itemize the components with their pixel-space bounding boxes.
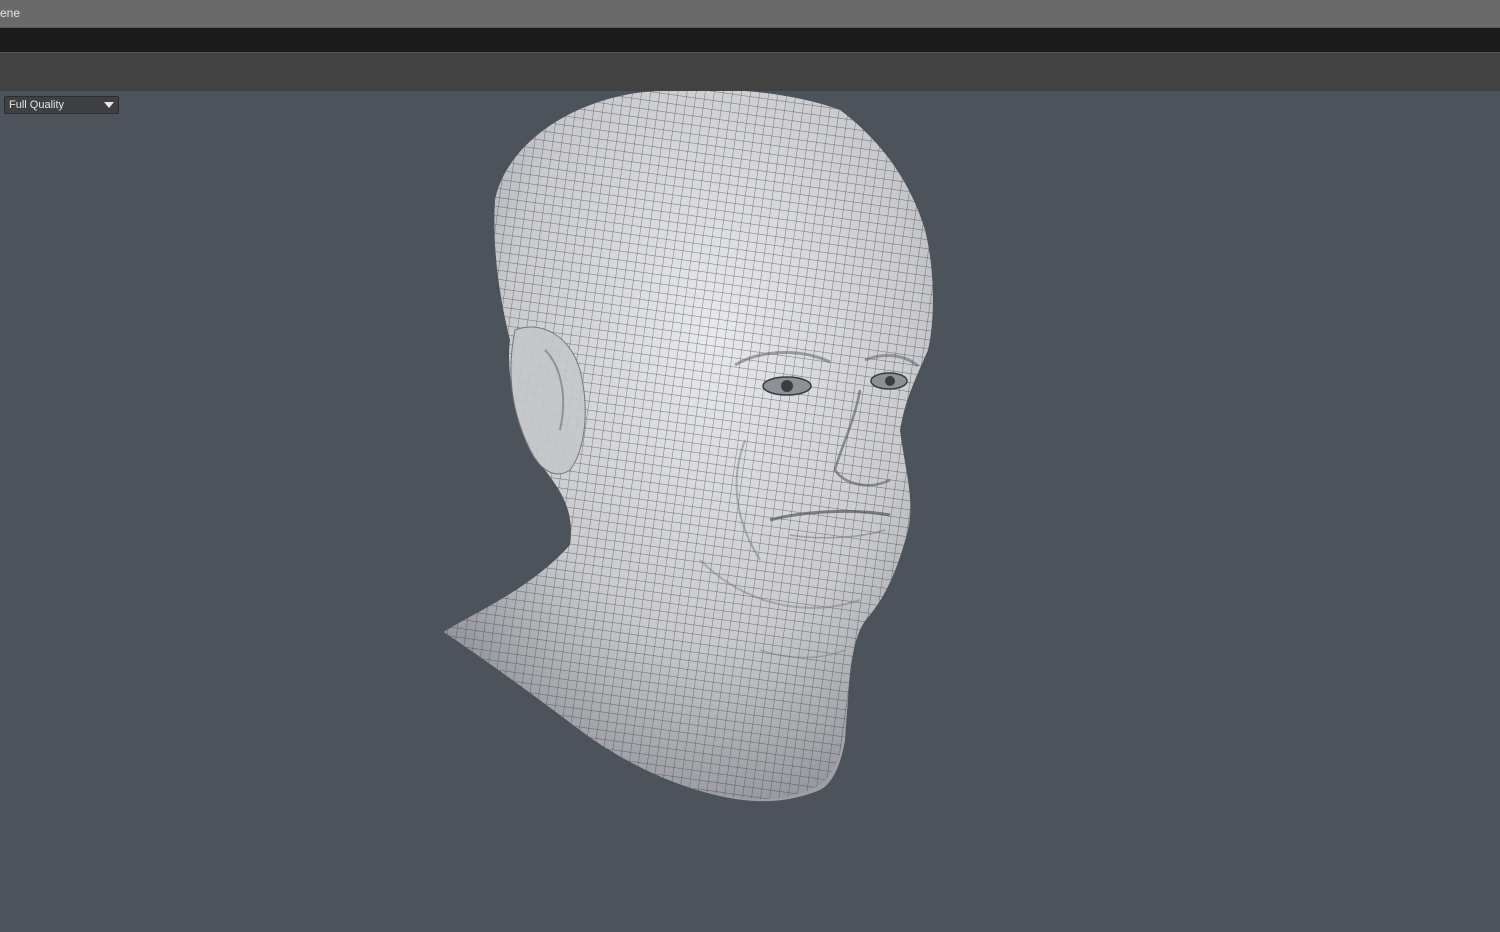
head-model[interactable] — [0, 91, 1500, 932]
3d-viewport[interactable]: Full Quality — [0, 91, 1500, 932]
chevron-down-icon — [104, 102, 114, 108]
quality-dropdown[interactable]: Full Quality — [4, 96, 119, 114]
window-titlebar: cene — [0, 0, 1500, 28]
toolbar — [0, 52, 1500, 93]
quality-dropdown-value: Full Quality — [9, 99, 65, 111]
window-title: cene — [0, 6, 21, 20]
menu-bar — [0, 28, 1500, 52]
